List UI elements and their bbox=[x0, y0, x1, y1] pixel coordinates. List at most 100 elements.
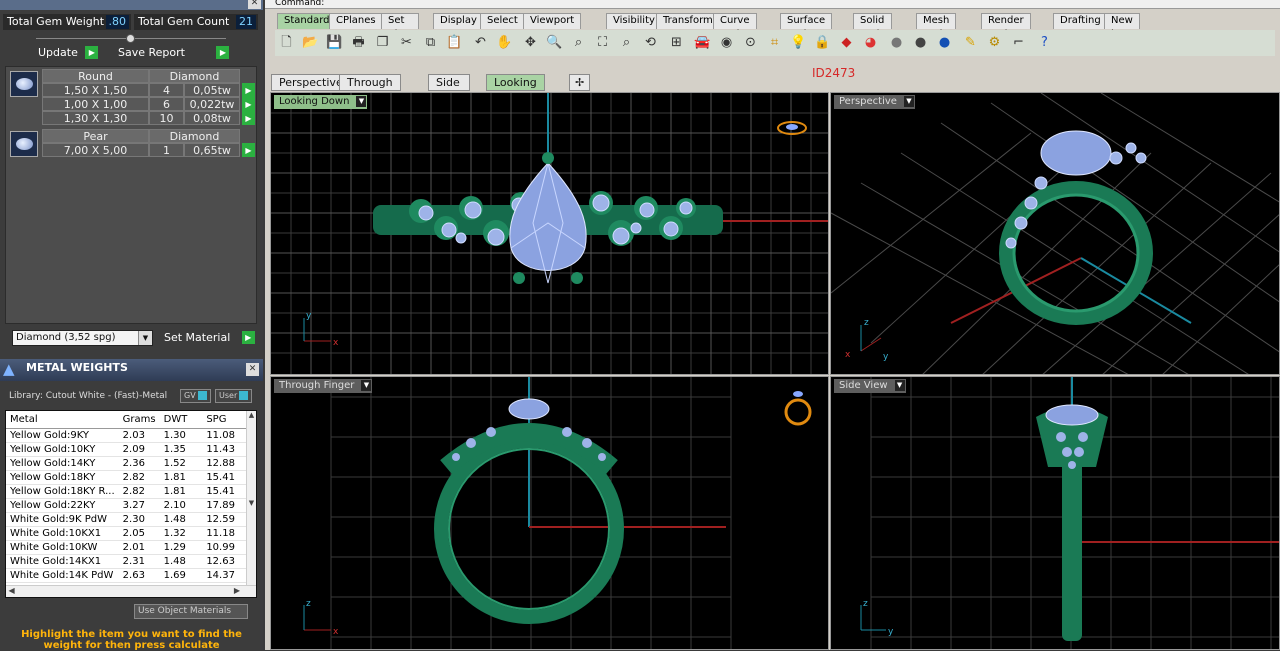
tab-select[interactable]: Select bbox=[480, 13, 525, 29]
chevron-down-icon[interactable]: ▼ bbox=[356, 96, 367, 107]
update-button[interactable]: Update ▶ bbox=[38, 46, 99, 60]
new-icon[interactable]: 🗋 bbox=[277, 33, 296, 52]
zoom-icon[interactable]: 🔍 bbox=[545, 33, 564, 52]
sphere-dark-icon[interactable]: ● bbox=[911, 33, 930, 52]
tab-through-finger[interactable]: Through Finger bbox=[339, 74, 401, 104]
tab-visibility[interactable]: Visibility bbox=[606, 13, 662, 29]
table-row[interactable]: White Gold:14K PdW 2.63 1.69 14.37 bbox=[6, 568, 250, 583]
table-row[interactable]: White Gold:10KW 2.01 1.29 10.99 bbox=[6, 540, 250, 555]
viewport-label[interactable]: Through Finger ▼ bbox=[274, 379, 373, 393]
history-icon[interactable]: ⊙ bbox=[741, 33, 760, 52]
viewport-looking-down[interactable]: x y Looking Down ▼ bbox=[270, 92, 829, 375]
save-report-button[interactable]: Save Report ▶ bbox=[118, 46, 230, 60]
set-material-button[interactable]: Set Material ▶ bbox=[164, 331, 255, 345]
table-row[interactable]: White Gold:10KX1 2.05 1.32 11.18 bbox=[6, 526, 250, 541]
eye-icon[interactable]: ◉ bbox=[717, 33, 736, 52]
tab-display[interactable]: Display bbox=[433, 13, 484, 29]
pen-icon[interactable]: ✎ bbox=[961, 33, 980, 52]
tab-drafting[interactable]: Drafting bbox=[1053, 13, 1108, 29]
viewport-label[interactable]: Side View ▼ bbox=[834, 379, 906, 393]
close-icon[interactable]: ✕ bbox=[248, 0, 261, 9]
zoom-selected-icon[interactable]: ⌕ bbox=[617, 33, 636, 52]
tab-set-view[interactable]: Set View bbox=[381, 13, 419, 40]
car-icon[interactable]: 🚘 bbox=[693, 33, 712, 52]
chevron-down-icon[interactable]: ▼ bbox=[361, 380, 372, 391]
tab-mesh-tools[interactable]: Mesh Tools bbox=[916, 13, 957, 40]
copy-icon[interactable]: ⧉ bbox=[421, 33, 440, 52]
gem-row[interactable]: 1,00 X 1,00 6 0,022tw ▶ bbox=[42, 97, 255, 111]
material-select[interactable]: Diamond (3,52 spg) ▼ bbox=[12, 330, 153, 346]
chevron-down-icon[interactable]: ▼ bbox=[138, 331, 152, 345]
rotate-view-icon[interactable]: ⟲ bbox=[641, 33, 660, 52]
color-icon[interactable]: ◕ bbox=[861, 33, 880, 52]
viewport-through-finger[interactable]: x z Through Finger ▼ bbox=[270, 376, 829, 650]
horizontal-scrollbar[interactable]: ◀ ▶ bbox=[6, 585, 256, 597]
table-row[interactable]: White Gold:14KX1 2.31 1.48 12.63 bbox=[6, 554, 250, 569]
command-line[interactable]: Command: bbox=[265, 0, 1280, 9]
lock-icon[interactable]: 🔒 bbox=[813, 33, 832, 52]
slider-knob[interactable] bbox=[126, 34, 135, 43]
go-arrow-icon[interactable]: ▶ bbox=[242, 143, 255, 157]
close-icon[interactable]: ✕ bbox=[246, 363, 259, 376]
save-icon[interactable]: 💾 bbox=[325, 33, 344, 52]
sphere-gray-icon[interactable]: ● bbox=[887, 33, 906, 52]
cut-icon[interactable]: ✂ bbox=[397, 33, 416, 52]
tab-viewport-layout[interactable]: Viewport Layout bbox=[523, 13, 582, 40]
tab-new-in-v5[interactable]: New in V5 bbox=[1104, 13, 1140, 54]
chevron-down-icon[interactable]: ▼ bbox=[894, 380, 905, 391]
gem-row[interactable]: 1,50 X 1,50 4 0,05tw ▶ bbox=[42, 83, 255, 97]
column-header[interactable]: Metal bbox=[6, 411, 119, 429]
move-icon[interactable]: ✥ bbox=[521, 33, 540, 52]
tab-render-tools[interactable]: Render Tools bbox=[981, 13, 1031, 40]
table-row[interactable]: Yellow Gold:22KY 3.27 2.10 17.89 bbox=[6, 498, 250, 513]
osnap-icon[interactable]: ⌐ bbox=[1009, 33, 1028, 52]
tab-cplanes[interactable]: CPlanes bbox=[329, 13, 383, 29]
copy-file-icon[interactable]: ❐ bbox=[373, 33, 392, 52]
tab-curve-tools[interactable]: Curve Tools bbox=[713, 13, 757, 40]
undo-icon[interactable]: ↶ bbox=[471, 33, 490, 52]
tab-standard[interactable]: Standard bbox=[277, 13, 337, 29]
go-arrow-icon[interactable]: ▶ bbox=[242, 97, 255, 111]
light-icon[interactable]: 💡 bbox=[789, 33, 808, 52]
viewport-label[interactable]: Perspective ▼ bbox=[834, 95, 915, 109]
table-row[interactable]: Yellow Gold:18KY 2.82 1.81 15.41 bbox=[6, 470, 250, 485]
tab-side-view[interactable]: Side View bbox=[428, 74, 471, 104]
table-row[interactable]: Yellow Gold:14KY 2.36 1.52 12.88 bbox=[6, 456, 250, 471]
layer-icon[interactable]: ◆ bbox=[837, 33, 856, 52]
gem-slider[interactable] bbox=[36, 34, 226, 43]
help-icon[interactable]: ? bbox=[1035, 33, 1054, 52]
gem-row[interactable]: 1,30 X 1,30 10 0,08tw ▶ bbox=[42, 111, 255, 125]
tab-surface-tools[interactable]: Surface Tools bbox=[780, 13, 833, 40]
gv-toggle[interactable]: GV bbox=[180, 389, 211, 403]
table-row[interactable]: Yellow Gold:18KY R... 2.82 1.81 15.41 bbox=[6, 484, 250, 499]
gem-row[interactable]: 7,00 X 5,00 1 0,65tw ▶ bbox=[42, 143, 255, 157]
use-object-materials-toggle[interactable]: Use Object Materials bbox=[134, 604, 248, 619]
tab-looking-down[interactable]: Looking Down bbox=[486, 74, 545, 104]
zoom-extents-icon[interactable]: ⛶ bbox=[593, 33, 612, 52]
gear-icon[interactable]: ⚙ bbox=[985, 33, 1004, 52]
go-arrow-icon[interactable]: ▶ bbox=[242, 83, 255, 97]
column-header[interactable]: DWT bbox=[159, 411, 203, 429]
viewport-side-view[interactable]: y z Side View ▼ bbox=[830, 376, 1280, 650]
column-header[interactable]: Grams bbox=[118, 411, 160, 429]
viewport-perspective[interactable]: x z y Perspective ▼ bbox=[830, 92, 1280, 375]
go-arrow-icon[interactable]: ▶ bbox=[242, 111, 255, 125]
print-icon[interactable]: 🖶 bbox=[349, 33, 368, 52]
paste-icon[interactable]: 📋 bbox=[445, 33, 464, 52]
grid-snap-icon[interactable]: ⌗ bbox=[765, 33, 784, 52]
sphere-blue-icon[interactable]: ● bbox=[935, 33, 954, 52]
open-icon[interactable]: 📂 bbox=[301, 33, 320, 52]
pan-icon[interactable]: ✋ bbox=[495, 33, 514, 52]
tab-solid-tools[interactable]: Solid Tools bbox=[853, 13, 892, 40]
add-tab-icon[interactable]: ✢ bbox=[569, 74, 591, 91]
table-row[interactable]: Yellow Gold:10KY 2.09 1.35 11.43 bbox=[6, 442, 250, 457]
vertical-scrollbar[interactable]: ▲ ▼ bbox=[246, 411, 256, 587]
chevron-down-icon[interactable]: ▼ bbox=[903, 96, 914, 107]
column-header[interactable]: SPG bbox=[202, 411, 250, 429]
four-viewports-icon[interactable]: ⊞ bbox=[667, 33, 686, 52]
viewport-label[interactable]: Looking Down ▼ bbox=[274, 95, 368, 109]
table-row[interactable]: Yellow Gold:9KY 2.03 1.30 11.08 bbox=[6, 428, 250, 443]
table-row[interactable]: White Gold:9K PdW 2.30 1.48 12.59 bbox=[6, 512, 250, 527]
user-toggle[interactable]: User bbox=[215, 389, 253, 403]
zoom-window-icon[interactable]: ⌕ bbox=[569, 33, 588, 52]
